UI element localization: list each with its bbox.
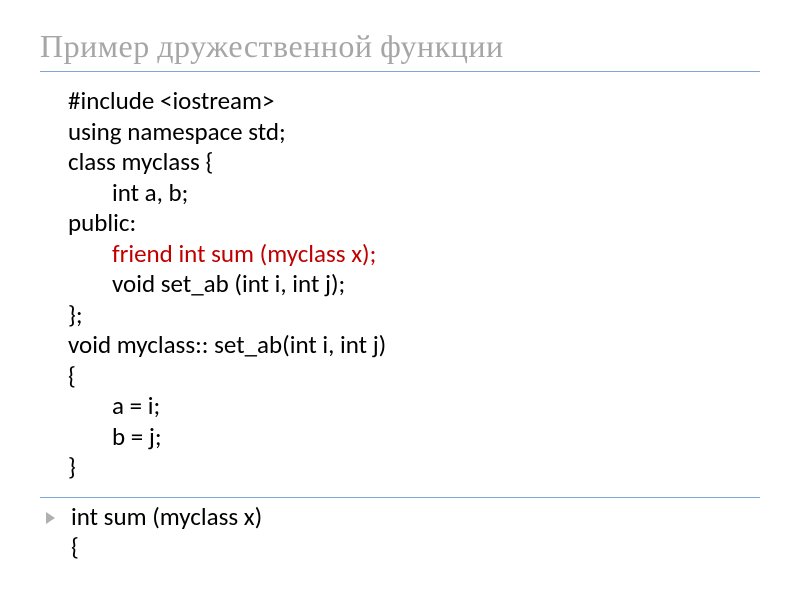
code-line: int a, b; [68,178,760,209]
code-text: a = i; [68,391,160,422]
slide-title: Пример дружественной функции [40,28,760,65]
bullet-text-block: int sum (myclass x) { [71,502,262,563]
code-line: { [71,532,262,563]
code-line: b = j; [68,422,760,453]
code-line: { [68,361,760,392]
code-text: int a, b; [68,178,188,209]
code-text: void set_ab (int i, int j); [68,269,345,300]
slide: Пример дружественной функции #include <i… [0,0,800,600]
code-line: int sum (myclass x) [71,502,262,533]
code-highlight: friend int sum (myclass x); [68,239,376,270]
code-line: a = i; [68,391,760,422]
code-line: class myclass { [68,147,760,178]
code-text: b = j; [68,422,162,453]
code-block: #include <iostream> using namespace std;… [68,86,760,483]
code-line: friend int sum (myclass x); [68,239,760,270]
code-line: void set_ab (int i, int j); [68,269,760,300]
bullet-marker-icon [46,512,55,524]
bullet-item: int sum (myclass x) { [46,502,760,563]
divider-bottom [40,497,760,498]
code-line: }; [68,300,760,331]
code-line: public: [68,208,760,239]
code-line: using namespace std; [68,117,760,148]
divider-top [40,71,760,72]
code-line: } [68,452,760,483]
code-line: void myclass:: set_ab(int i, int j) [68,330,760,361]
code-line: #include <iostream> [68,86,760,117]
